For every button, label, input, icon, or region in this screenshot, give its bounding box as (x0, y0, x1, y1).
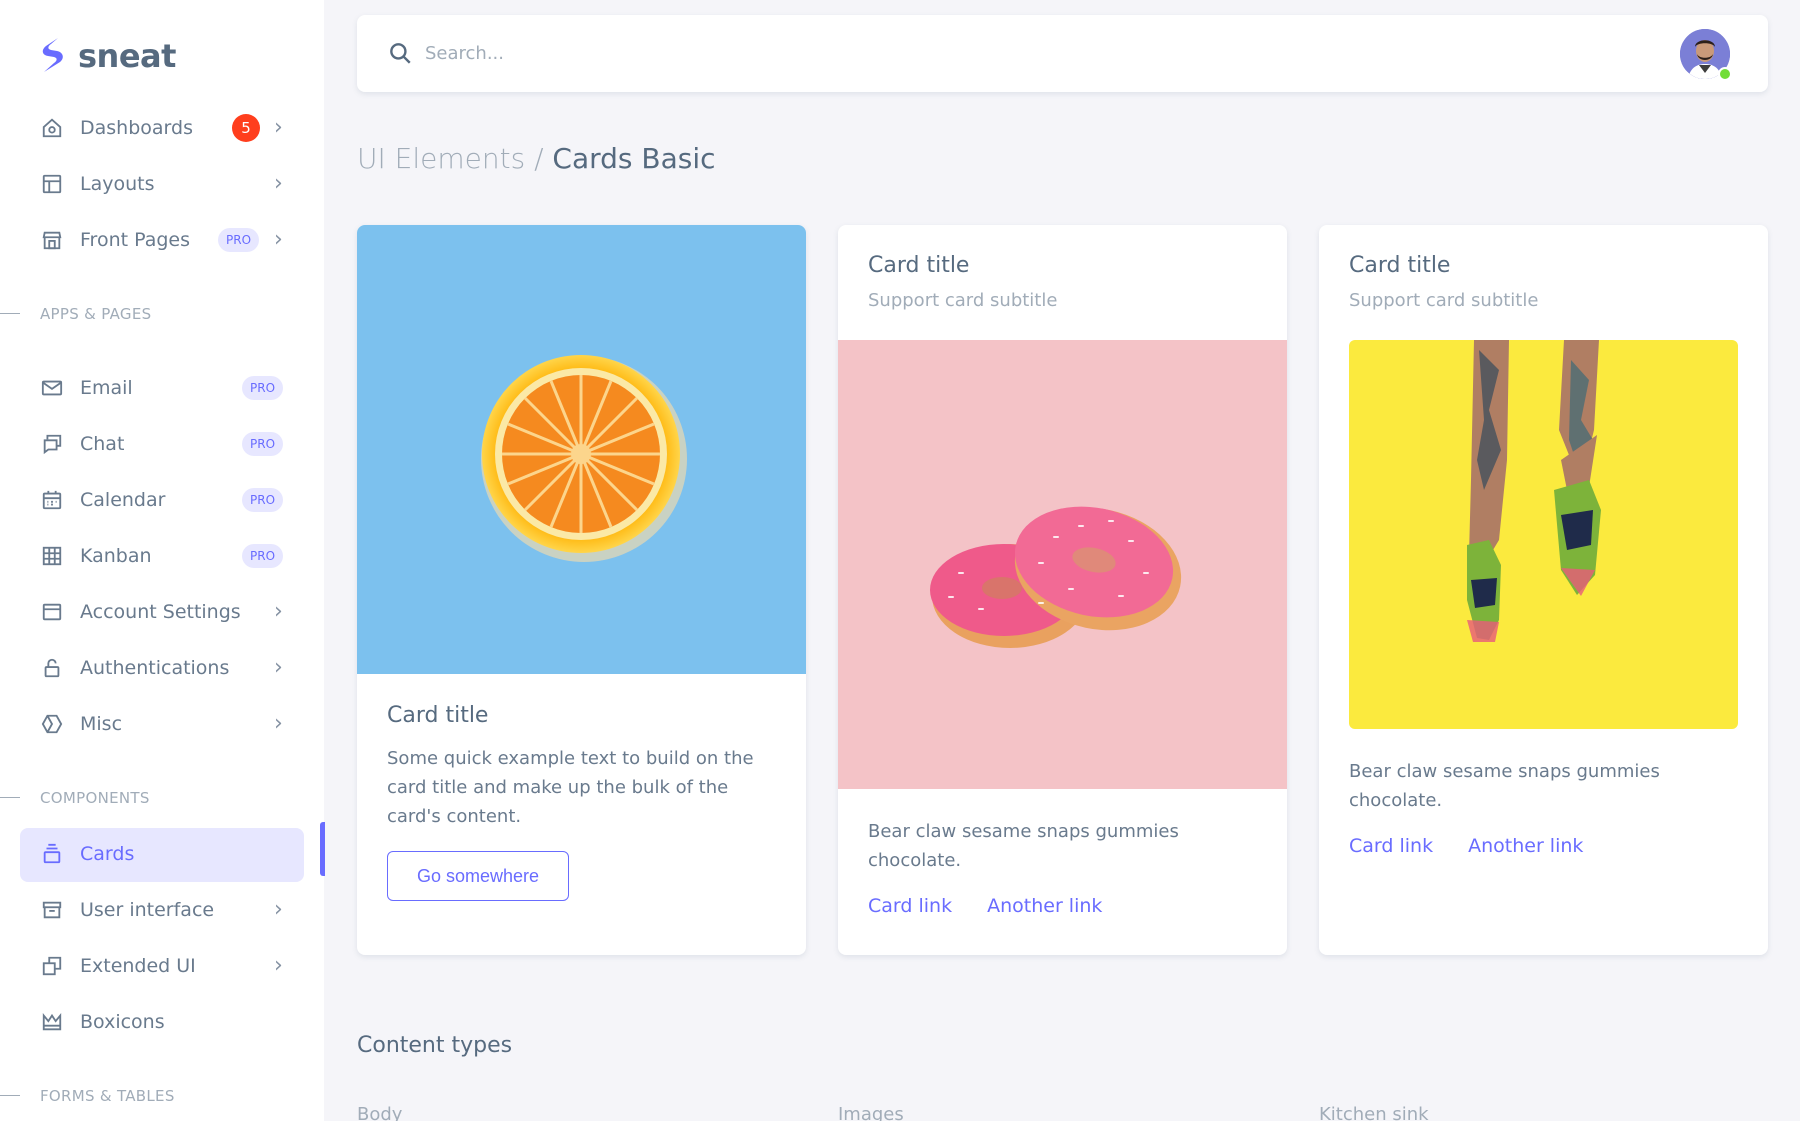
card-title: Card title (868, 253, 970, 278)
chevron-right-icon: › (274, 115, 283, 140)
chevron-right-icon: › (274, 171, 283, 196)
sidebar-item-layouts[interactable]: Layouts › (0, 156, 324, 212)
chevron-right-icon: › (274, 655, 283, 680)
sidebar-item-user-interface[interactable]: User interface › (0, 882, 324, 938)
store-icon (40, 228, 64, 252)
crown-icon (40, 1010, 64, 1034)
sidebar-menu: Dashboards 5 › Layouts › Front Pages PRO… (0, 100, 324, 1121)
sidebar-item-account-settings[interactable]: Account Settings › (0, 584, 324, 640)
sidebar-item-label: Email (80, 377, 133, 399)
layout-icon (40, 172, 64, 196)
calendar-icon (40, 488, 64, 512)
card-header: Card title Support card subtitle (868, 253, 1057, 311)
card-link[interactable]: Card link (1349, 835, 1433, 857)
card-image-sneakers (1349, 340, 1738, 729)
content-type-label: Body (357, 1104, 403, 1121)
chat-icon (40, 432, 64, 456)
card-title: Card title (387, 703, 489, 728)
card-subtitle: Support card subtitle (1349, 290, 1539, 311)
chevron-right-icon: › (274, 227, 283, 252)
copy-icon (40, 954, 64, 978)
card-image-middle: Card title Support card subtitle Bear cl… (838, 225, 1287, 955)
chevron-right-icon: › (274, 953, 283, 978)
pro-badge: PRO (242, 544, 284, 568)
card-image-top: Card title Some quick example text to bu… (357, 225, 806, 955)
sidebar-item-cards[interactable]: Cards (0, 826, 324, 882)
content-type-label: Kitchen sink (1319, 1104, 1429, 1121)
sneat-logo-icon (42, 38, 63, 72)
search-icon[interactable] (387, 40, 413, 66)
section-title-content-types: Content types (357, 1033, 513, 1058)
section-header-apps: APPS & PAGES (0, 286, 324, 342)
sidebar-item-authentications[interactable]: Authentications › (0, 640, 324, 696)
pro-badge: PRO (242, 376, 284, 400)
sidebar-item-label: Boxicons (80, 1011, 165, 1033)
card-links: Card link Another link (1349, 835, 1739, 857)
search-input[interactable] (425, 37, 1025, 69)
online-status-dot (1718, 67, 1732, 81)
card-text: Bear claw sesame snaps gummies chocolate… (1349, 761, 1660, 811)
card-image-donuts (838, 340, 1287, 789)
sidebar-item-chat[interactable]: Chat PRO (0, 416, 324, 472)
window-icon (40, 600, 64, 624)
sidebar-item-front-pages[interactable]: Front Pages PRO › (0, 212, 324, 268)
cards-icon (40, 842, 64, 866)
sidebar: sneat Dashboards 5 › Layouts › Front Pag… (0, 0, 324, 1121)
section-header-components: COMPONENTS (0, 770, 324, 826)
pro-badge: PRO (218, 228, 260, 252)
card-link[interactable]: Card link (868, 895, 952, 917)
card-body: Card title Some quick example text to bu… (387, 703, 777, 901)
card-title: Card title (1349, 253, 1451, 278)
cube-icon (40, 712, 64, 736)
sidebar-item-label: Chat (80, 433, 125, 455)
grid-icon (40, 544, 64, 568)
sidebar-item-label: Cards (80, 843, 135, 865)
pro-badge: PRO (242, 488, 284, 512)
card-header: Card title Support card subtitle (1349, 253, 1538, 311)
envelope-icon (40, 376, 64, 400)
box-icon (40, 898, 64, 922)
home-icon (40, 116, 64, 140)
sidebar-item-label: Calendar (80, 489, 166, 511)
breadcrumb-parent[interactable]: UI Elements / (357, 142, 544, 175)
top-navbar (357, 15, 1768, 92)
card-body: Bear claw sesame snaps gummies chocolate… (1349, 757, 1739, 857)
breadcrumb: UI Elements / Cards Basic (357, 142, 716, 175)
pro-badge: PRO (242, 432, 284, 456)
sidebar-item-kanban[interactable]: Kanban PRO (0, 528, 324, 584)
lock-icon (40, 656, 64, 680)
chevron-right-icon: › (274, 897, 283, 922)
another-link[interactable]: Another link (987, 895, 1102, 917)
sidebar-item-calendar[interactable]: Calendar PRO (0, 472, 324, 528)
active-indicator (320, 822, 325, 876)
sidebar-item-misc[interactable]: Misc › (0, 696, 324, 752)
sidebar-item-extended-ui[interactable]: Extended UI › (0, 938, 324, 994)
card-links: Card link Another link (868, 895, 1258, 917)
brand-name: sneat (78, 37, 176, 75)
sidebar-item-boxicons[interactable]: Boxicons (0, 994, 324, 1050)
section-header-forms: FORMS & TABLES (0, 1068, 324, 1121)
notification-badge: 5 (232, 114, 260, 142)
card-subtitle: Support card subtitle (868, 290, 1058, 311)
page-title: Cards Basic (552, 142, 716, 175)
card-body: Bear claw sesame snaps gummies chocolate… (868, 817, 1258, 917)
chevron-right-icon: › (274, 599, 283, 624)
sidebar-item-label: Kanban (80, 545, 152, 567)
chevron-right-icon: › (274, 711, 283, 736)
sidebar-item-dashboards[interactable]: Dashboards 5 › (0, 100, 324, 156)
go-somewhere-button[interactable]: Go somewhere (387, 851, 569, 901)
brand-logo[interactable]: sneat (38, 36, 176, 76)
card-image-orange (357, 225, 806, 674)
card-text: Some quick example text to build on the … (387, 748, 754, 827)
content-type-label: Images (838, 1104, 904, 1121)
another-link[interactable]: Another link (1468, 835, 1583, 857)
sidebar-item-email[interactable]: Email PRO (0, 360, 324, 416)
card-image-inset: Card title Support card subtitle Bear cl… (1319, 225, 1768, 955)
card-text: Bear claw sesame snaps gummies chocolate… (868, 821, 1179, 871)
